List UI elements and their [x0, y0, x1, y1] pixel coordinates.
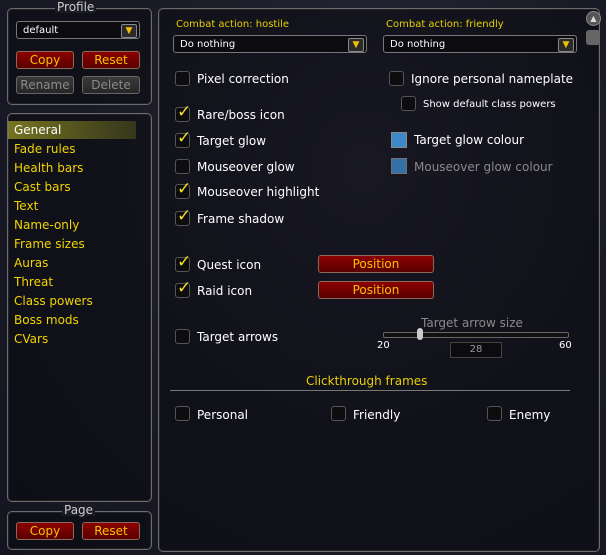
clickthrough-enemy-checkbox[interactable]: [487, 406, 502, 421]
sidebar-item-frame-sizes[interactable]: Frame sizes: [14, 237, 85, 251]
scroll-up-icon[interactable]: ▲: [586, 11, 601, 26]
quest-icon-position-button[interactable]: Position: [318, 255, 434, 273]
pixel-label: Pixel correction: [197, 72, 289, 86]
mglow-label: Mouseover glow: [197, 160, 295, 174]
hostile-label: Combat action: hostile: [176, 19, 290, 30]
sidebar-item-cvars[interactable]: CVars: [14, 332, 48, 346]
clickthrough-title: Clickthrough frames: [306, 374, 428, 388]
friendly-label: Combat action: friendly: [386, 19, 504, 30]
clickthrough-friendly-checkbox[interactable]: [331, 406, 346, 421]
main-panel: [158, 8, 600, 552]
mhl-checkbox[interactable]: [175, 179, 191, 199]
page-reset-button[interactable]: Reset: [82, 522, 140, 540]
page-legend: Page: [62, 503, 96, 517]
sidebar-item-boss-mods[interactable]: Boss mods: [14, 313, 79, 327]
mhl-label: Mouseover highlight: [197, 185, 320, 199]
clickthrough-enemy-label: Enemy: [509, 408, 551, 422]
profile-legend: Profile: [55, 0, 97, 14]
slider-value: 28: [469, 344, 483, 355]
sidebar-item-fade-rules[interactable]: Fade rules: [14, 142, 75, 156]
mouseover-glow-colour-swatch[interactable]: [391, 158, 407, 174]
showdef-checkbox[interactable]: [401, 96, 416, 111]
sidebar-item-class-powers[interactable]: Class powers: [14, 294, 93, 308]
target-arrow-size-slider[interactable]: [383, 332, 569, 338]
arrows-checkbox[interactable]: [175, 329, 190, 344]
profile-reset-button[interactable]: Reset: [82, 51, 140, 69]
scroll-thumb[interactable]: [586, 30, 600, 45]
divider: [170, 390, 570, 391]
scrollbar[interactable]: ▲: [586, 10, 601, 548]
chevron-down-icon[interactable]: ▼: [348, 38, 364, 52]
profile-copy-button[interactable]: Copy: [16, 51, 74, 69]
slider-label: Target arrow size: [421, 316, 523, 330]
quest-checkbox[interactable]: [175, 252, 191, 272]
rare-checkbox[interactable]: [175, 102, 191, 122]
profile-dropdown[interactable]: default ▼: [16, 21, 140, 39]
ignore-label: Ignore personal nameplate: [411, 72, 574, 86]
profile-value: default: [23, 25, 59, 36]
page-copy-button[interactable]: Copy: [16, 522, 74, 540]
shadow-label: Frame shadow: [197, 212, 285, 226]
chevron-down-icon[interactable]: ▼: [121, 24, 137, 38]
slider-value-input[interactable]: 28: [450, 342, 502, 358]
raid-label: Raid icon: [197, 284, 253, 298]
clickthrough-personal-label: Personal: [197, 408, 249, 422]
chevron-down-icon[interactable]: ▼: [558, 38, 574, 52]
quest-label: Quest icon: [197, 258, 262, 272]
tglow-checkbox[interactable]: [175, 128, 191, 148]
target-glow-colour-swatch[interactable]: [391, 132, 407, 148]
target-glow-colour-label: Target glow colour: [414, 133, 525, 147]
tglow-label: Target glow: [197, 134, 267, 148]
raid-checkbox[interactable]: [175, 278, 191, 298]
ignore-checkbox[interactable]: [389, 71, 404, 86]
friendly-dropdown[interactable]: Do nothing ▼: [383, 35, 577, 53]
slider-thumb[interactable]: [416, 328, 423, 340]
profile-rename-button[interactable]: Rename: [16, 76, 74, 94]
rare-label: Rare/boss icon: [197, 108, 285, 122]
sidebar-item-general[interactable]: General: [14, 123, 61, 137]
mouseover-glow-colour-label: Mouseover glow colour: [414, 160, 553, 174]
sidebar-item-cast-bars[interactable]: Cast bars: [14, 180, 71, 194]
sidebar-item-name-only[interactable]: Name-only: [14, 218, 79, 232]
shadow-checkbox[interactable]: [175, 206, 191, 226]
slider-min: 20: [377, 340, 390, 351]
slider-max: 60: [559, 340, 572, 351]
hostile-dropdown[interactable]: Do nothing ▼: [173, 35, 367, 53]
profile-delete-button[interactable]: Delete: [82, 76, 140, 94]
sidebar-item-text[interactable]: Text: [14, 199, 38, 213]
clickthrough-personal-checkbox[interactable]: [175, 406, 190, 421]
mglow-checkbox[interactable]: [175, 159, 190, 174]
clickthrough-friendly-label: Friendly: [353, 408, 401, 422]
sidebar-item-health-bars[interactable]: Health bars: [14, 161, 83, 175]
sidebar-item-threat[interactable]: Threat: [14, 275, 53, 289]
sidebar-item-auras[interactable]: Auras: [14, 256, 48, 270]
hostile-value: Do nothing: [180, 39, 236, 50]
raid-icon-position-button[interactable]: Position: [318, 281, 434, 299]
arrows-label: Target arrows: [197, 330, 279, 344]
friendly-value: Do nothing: [390, 39, 446, 50]
showdef-label: Show default class powers: [423, 99, 556, 110]
pixel-checkbox[interactable]: [175, 71, 190, 86]
